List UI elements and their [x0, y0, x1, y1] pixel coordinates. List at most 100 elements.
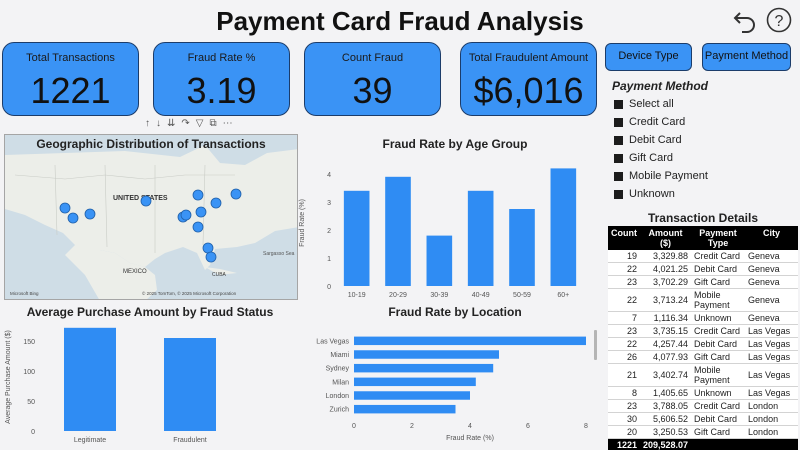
- table-row[interactable]: 26 4,077.93 Gift Card Las Vegas: [608, 350, 798, 364]
- cell-count: 19: [608, 250, 640, 263]
- checkbox[interactable]: [614, 153, 623, 163]
- y-tick-label: Sydney: [326, 366, 350, 373]
- map-point[interactable]: [67, 212, 79, 224]
- checkbox[interactable]: [614, 171, 623, 181]
- table-row[interactable]: 7 1,116.34 Unknown Geneva: [608, 311, 798, 325]
- table-header-row: Count Amount ($) Payment Type City: [608, 226, 798, 250]
- cell-amount: 1,116.34: [640, 311, 692, 325]
- map-point[interactable]: [205, 251, 217, 263]
- kpi-total-transactions: Total Transactions 1221: [2, 42, 139, 116]
- y-tick-label: 4: [327, 172, 331, 179]
- page-title: Payment Card Fraud Analysis: [216, 6, 584, 36]
- slicer-item-mobile-payment[interactable]: Mobile Payment: [614, 167, 708, 185]
- table-row[interactable]: 21 3,402.74 Mobile Payment Las Vegas: [608, 363, 798, 387]
- cell-amount: 4,021.25: [640, 262, 692, 276]
- table-row[interactable]: 23 3,735.15 Credit Card Las Vegas: [608, 324, 798, 338]
- table-row[interactable]: 23 3,788.05 Credit Card London: [608, 399, 798, 413]
- y-tick-label: Milan: [332, 379, 349, 386]
- drill-down-icon[interactable]: ↓: [156, 118, 161, 132]
- cell-payment-type: Credit Card: [691, 399, 746, 413]
- bar: [467, 190, 494, 286]
- cell-city: Geneva: [745, 262, 798, 276]
- table-row[interactable]: 22 3,713.24 Mobile Payment Geneva: [608, 288, 798, 312]
- cell-city: Las Vegas: [745, 350, 798, 364]
- map-point[interactable]: [180, 209, 192, 221]
- column-header-city[interactable]: City: [745, 226, 798, 250]
- table-row[interactable]: 8 1,405.65 Unknown Las Vegas: [608, 386, 798, 400]
- kpi-value: 39: [352, 70, 393, 111]
- slicer-item-label: Credit Card: [629, 116, 686, 128]
- cell-count: 26: [608, 350, 640, 364]
- table-row[interactable]: 22 4,021.25 Debit Card Geneva: [608, 262, 798, 276]
- slicer-item-credit-card[interactable]: Credit Card: [614, 113, 685, 131]
- column-header-payment-type[interactable]: Payment Type: [691, 226, 746, 250]
- map-point[interactable]: [192, 189, 204, 201]
- map-attribution: © 2025 TomTom, © 2025 Microsoft Corporat…: [142, 290, 237, 296]
- total-city: [745, 438, 798, 450]
- checkbox[interactable]: [614, 189, 623, 199]
- focus-mode-icon[interactable]: ⧉: [209, 118, 216, 132]
- checkbox[interactable]: [614, 135, 623, 145]
- cell-count: 22: [608, 337, 640, 351]
- payment-method-slicer-title: Payment Method: [612, 79, 709, 93]
- column-header-amount[interactable]: Amount ($): [640, 226, 692, 250]
- bar: [509, 209, 535, 286]
- map-point[interactable]: [210, 197, 222, 209]
- cell-city: Las Vegas: [745, 363, 798, 387]
- y-tick-label: 150: [23, 339, 35, 346]
- slicer-item-gift-card[interactable]: Gift Card: [614, 149, 673, 167]
- checkbox[interactable]: [614, 99, 623, 109]
- cell-count: 23: [608, 399, 640, 413]
- visual-toolbar: ↑ ↓ ⇊ ↷ ▽ ⧉ ⋯: [145, 118, 233, 132]
- slicer-item-debit-card[interactable]: Debit Card: [614, 131, 682, 149]
- slicer-item-label: Mobile Payment: [629, 170, 708, 182]
- kpi-fraud-rate: Fraud Rate % 3.19: [153, 42, 290, 116]
- x-tick-label: 20-29: [389, 292, 407, 299]
- device-type-button[interactable]: Device Type: [605, 43, 692, 71]
- column-header-count[interactable]: Count: [608, 226, 640, 250]
- expand-all-down-icon[interactable]: ⇊: [167, 118, 175, 132]
- table-row[interactable]: 30 5,606.52 Debit Card London: [608, 412, 798, 426]
- age-group-bar-chart: 0 1 2 3 4 10-19 20-29 30-39 40-49 50-59 60+ Fraud R…: [299, 168, 577, 299]
- table-row[interactable]: 19 3,329.88 Credit Card Geneva: [608, 250, 798, 263]
- question-mark-icon[interactable]: ?: [766, 7, 792, 33]
- location-chart-title: Fraud Rate by Location: [388, 305, 522, 319]
- map-point[interactable]: [202, 242, 214, 254]
- y-tick-label: London: [326, 393, 349, 400]
- bar: [354, 336, 586, 346]
- kpi-value: 1221: [30, 70, 111, 111]
- total-count: 1221: [608, 438, 640, 450]
- table-row[interactable]: 22 4,257.44 Debit Card Las Vegas: [608, 337, 798, 351]
- table-row[interactable]: 23 3,702.29 Gift Card Geneva: [608, 275, 798, 289]
- map-point[interactable]: [192, 221, 204, 233]
- cell-payment-type: Debit Card: [691, 412, 746, 426]
- kpi-label: Count Fraud: [341, 52, 404, 64]
- map-point[interactable]: [84, 208, 96, 220]
- kpi-label: Total Transactions: [26, 52, 115, 64]
- cell-amount: 3,329.88: [640, 250, 692, 263]
- slicer-item-select-all[interactable]: Select all: [614, 95, 674, 113]
- cell-count: 30: [608, 412, 640, 426]
- cell-city: London: [745, 425, 798, 439]
- payment-method-button[interactable]: Payment Method: [702, 43, 791, 71]
- purchase-amount-bar-chart: 0 50 100 150 Legitimate Fraudulent Average Pur…: [5, 327, 216, 444]
- more-options-icon[interactable]: ⋯: [223, 118, 233, 132]
- table-row[interactable]: 20 3,250.53 Gift Card London: [608, 425, 798, 439]
- bar: [164, 338, 216, 431]
- filter-icon[interactable]: ▽: [196, 118, 204, 132]
- slicer-item-unknown[interactable]: Unknown: [614, 185, 675, 203]
- map-point[interactable]: [140, 195, 152, 207]
- map-point[interactable]: [59, 202, 71, 214]
- cell-amount: 1,405.65: [640, 386, 692, 400]
- drill-mode-icon[interactable]: ↷: [181, 118, 189, 132]
- drill-up-icon[interactable]: ↑: [145, 118, 150, 132]
- checkbox[interactable]: [614, 117, 623, 127]
- cell-payment-type: Mobile Payment: [691, 288, 746, 312]
- cell-city: London: [745, 399, 798, 413]
- map-point[interactable]: [230, 188, 242, 200]
- map-point[interactable]: [195, 206, 207, 218]
- table-total-row: 1221 209,528.07: [608, 438, 798, 450]
- undo-arrow-icon[interactable]: [732, 7, 758, 33]
- cell-count: 7: [608, 311, 640, 325]
- map-visual[interactable]: Geographic Distribution of Transactions …: [4, 134, 298, 300]
